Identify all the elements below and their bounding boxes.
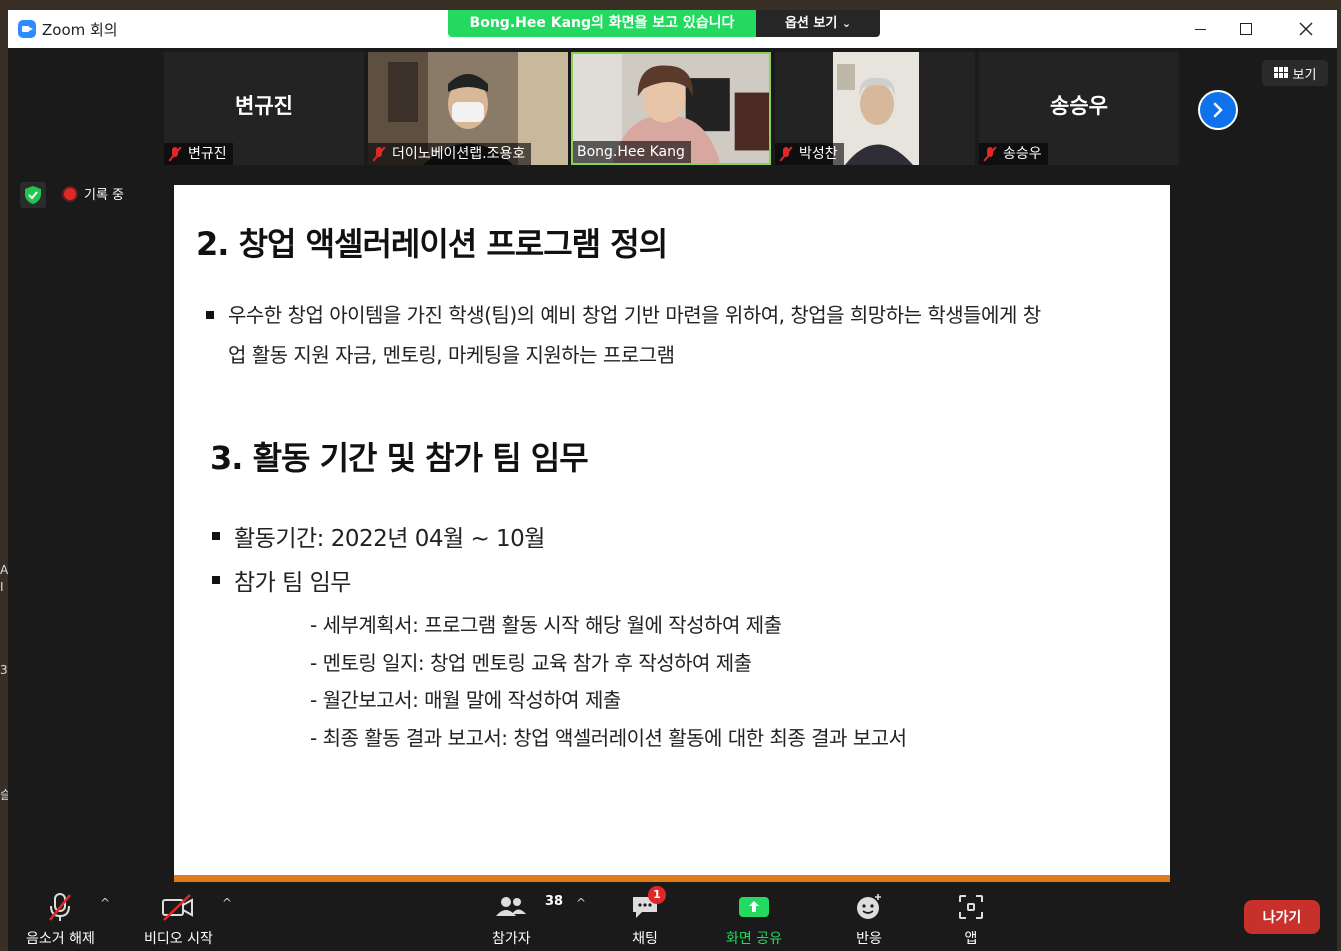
mic-muted-icon [45, 892, 75, 922]
participant-tile[interactable]: 송승우 송승우 [979, 52, 1179, 165]
view-options-button[interactable]: 옵션 보기 ⌄ [756, 10, 880, 37]
participants-caret-icon[interactable]: ^ [576, 896, 586, 910]
audio-options-caret-icon[interactable]: ^ [100, 896, 110, 910]
duty-item: - 세부계획서: 프로그램 활동 시작 해당 월에 작성하여 제출 [310, 613, 782, 637]
participant-name: 더이노베이션랩.조용호 [392, 146, 526, 162]
share-screen-icon [738, 892, 770, 922]
emoji-icon [854, 892, 884, 922]
slide-bottom-bar [174, 875, 1170, 882]
chevron-down-icon: ⌄ [841, 17, 852, 30]
minimize-button[interactable] [1177, 10, 1223, 48]
apps-label: 앱 [964, 931, 978, 947]
shared-slide: 2. 창업 액셀러레이션 프로그램 정의 우수한 창업 아이템을 가진 학생(팀… [174, 185, 1170, 882]
desktop-edge-text: A [0, 563, 9, 577]
participant-label: 박성찬 [775, 143, 844, 165]
close-button[interactable] [1283, 10, 1329, 48]
shield-icon [25, 186, 41, 204]
viewing-share-text: Bong.Hee Kang의 화면을 보고 있습니다 [448, 10, 756, 37]
view-layout-button[interactable]: 보기 [1262, 60, 1328, 86]
participants-icon [494, 892, 528, 922]
section2-bullet: 우수한 창업 아이템을 가진 학생(팀)의 예비 창업 기반 마련을 위하여, … [204, 295, 1144, 375]
bullet-duties: 참가 팀 임무 [212, 563, 351, 597]
desktop-edge-text: I [0, 580, 4, 594]
square-bullet-icon [212, 532, 220, 540]
participant-name: 송승우 [1003, 146, 1042, 162]
unmute-button[interactable]: 음소거 해제 [26, 892, 95, 948]
share-banner: Bong.Hee Kang의 화면을 보고 있습니다 옵션 보기 ⌄ [448, 10, 880, 37]
square-bullet-icon [206, 311, 214, 319]
participant-tile[interactable]: 변규진 변규진 [164, 52, 364, 165]
video-off-icon [161, 892, 195, 922]
square-bullet-icon [212, 576, 220, 584]
view-options-label: 옵션 보기 [784, 16, 838, 31]
duty-item: - 최종 활동 결과 보고서: 창업 액셀러레이션 활동에 대한 최종 결과 보… [310, 726, 907, 750]
participant-label: Bong.Hee Kang [573, 141, 691, 163]
mic-muted-icon [779, 146, 793, 162]
share-screen-button[interactable]: 화면 공유 [726, 892, 782, 948]
view-layout-label: 보기 [1292, 67, 1317, 83]
apps-icon [958, 892, 984, 922]
apps-button[interactable]: 앱 [958, 892, 984, 948]
participants-count: 38 [545, 894, 564, 909]
maximize-icon [1240, 23, 1252, 35]
section3-title: 3. 활동 기간 및 참가 팀 임무 [210, 439, 589, 477]
leave-button[interactable]: 나가기 [1244, 900, 1320, 934]
bullet-period-text: 활동기간: 2022년 04월 ~ 10월 [234, 526, 545, 552]
zoom-logo-icon [18, 20, 36, 38]
record-dot-icon [64, 187, 76, 200]
duty-item: - 멘토링 일지: 창업 멘토링 교육 참가 후 작성하여 제출 [310, 651, 752, 675]
bullet-period: 활동기간: 2022년 04월 ~ 10월 [212, 519, 545, 553]
participant-name: Bong.Hee Kang [577, 144, 685, 160]
participant-label: 변규진 [164, 143, 233, 165]
chat-badge: 1 [648, 886, 666, 904]
participants-button[interactable]: 참가자 [492, 892, 531, 948]
next-page-button[interactable] [1198, 90, 1238, 130]
start-video-button[interactable]: 비디오 시작 [144, 892, 213, 948]
mic-muted-icon [983, 146, 997, 162]
participant-label: 더이노베이션랩.조용호 [368, 143, 532, 165]
close-icon [1299, 22, 1313, 36]
share-screen-label: 화면 공유 [726, 931, 782, 947]
window-title: Zoom 회의 [42, 21, 118, 39]
mic-muted-icon [372, 146, 386, 162]
participant-tile-active[interactable]: Bong.Hee Kang [571, 52, 771, 165]
security-button[interactable] [20, 182, 46, 208]
grid-icon [1273, 67, 1288, 78]
chat-label: 채팅 [632, 931, 658, 947]
participant-tile[interactable]: 박성찬 [775, 52, 975, 165]
minimize-icon [1194, 28, 1206, 30]
participants-label: 참가자 [492, 931, 531, 947]
chat-icon: 1 [630, 886, 666, 922]
meeting-toolbar: 음소거 해제 ^ 비디오 시작 ^ 참가자 38 ^ 1 채팅 화면 공유 반응… [8, 882, 1337, 951]
zoom-window: Zoom 회의 Bong.Hee Kang의 화면을 보고 있습니다 옵션 보기… [8, 10, 1337, 951]
participant-label: 송승우 [979, 143, 1048, 165]
chat-button[interactable]: 1 채팅 [630, 886, 666, 948]
section2-line2: 업 활동 지원 자금, 멘토링, 마케팅을 지원하는 프로그램 [228, 343, 675, 367]
recording-label: 기록 중 [84, 188, 125, 203]
maximize-button[interactable] [1223, 10, 1269, 48]
duty-item: - 월간보고서: 매월 말에 작성하여 제출 [310, 688, 621, 712]
participant-name: 변규진 [188, 146, 227, 162]
participant-strip: 변규진 변규진 더이노베이션랩.조용호 Bong.Hee Kang 박성찬 송승… [8, 48, 1337, 185]
unmute-label: 음소거 해제 [26, 931, 95, 947]
bullet-duties-text: 참가 팀 임무 [234, 570, 351, 596]
mic-muted-icon [168, 146, 182, 162]
section2-title: 2. 창업 액셀러레이션 프로그램 정의 [196, 225, 668, 263]
desktop-edge-text: 3 [0, 663, 8, 677]
start-video-label: 비디오 시작 [144, 931, 213, 947]
video-options-caret-icon[interactable]: ^ [222, 896, 232, 910]
participant-tile[interactable]: 더이노베이션랩.조용호 [368, 52, 568, 165]
section2-line1: 우수한 창업 아이템을 가진 학생(팀)의 예비 창업 기반 마련을 위하여, … [228, 303, 1041, 327]
reactions-button[interactable]: 반응 [854, 892, 884, 948]
participant-name: 박성찬 [799, 146, 838, 162]
recording-indicator[interactable]: 기록 중 [64, 184, 124, 203]
chevron-right-icon [1213, 102, 1223, 118]
reactions-label: 반응 [856, 931, 882, 947]
